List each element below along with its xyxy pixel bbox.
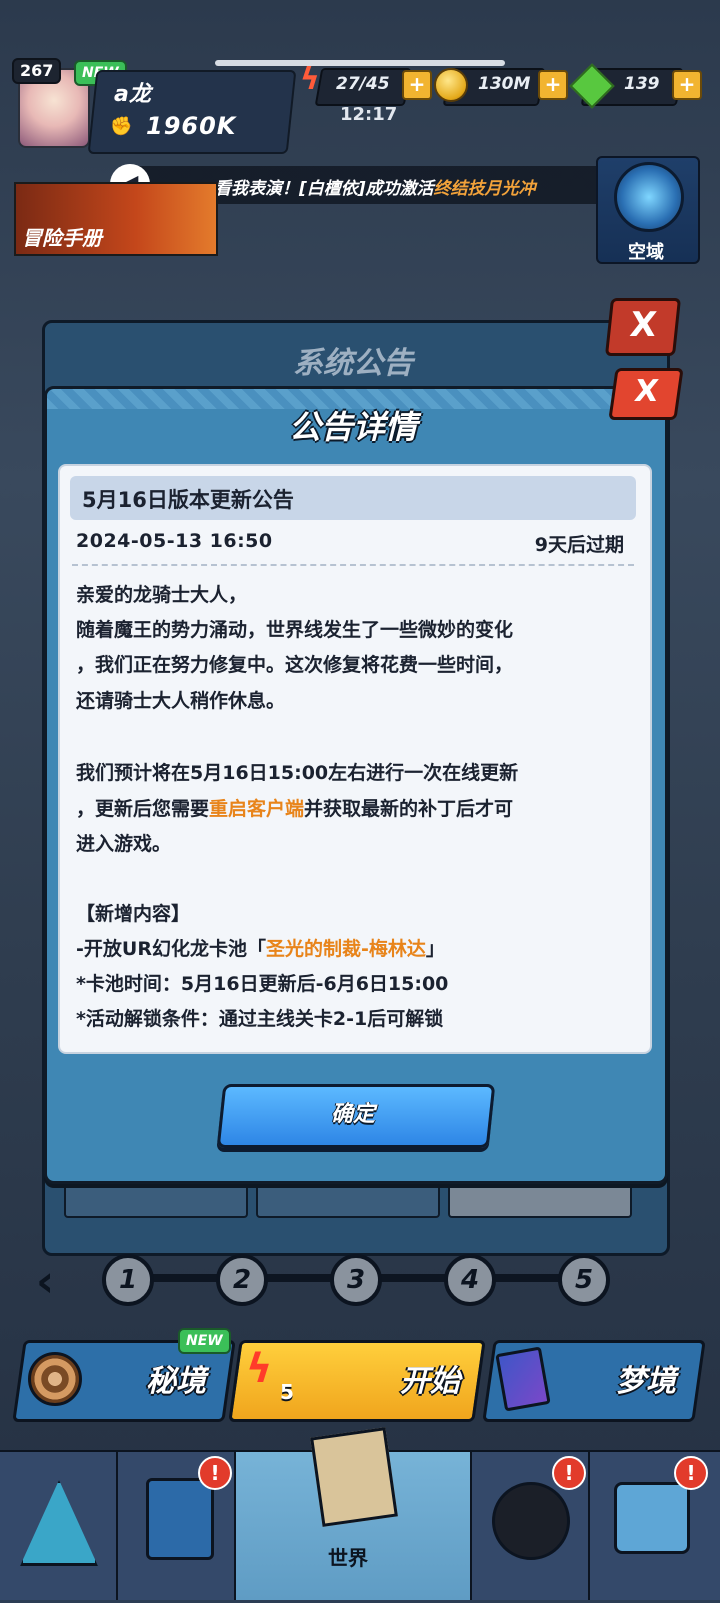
notice-body-line: *卡池时间：5月16日更新后-6月6日15:00 [76,973,449,995]
airspace-emblem-icon [614,162,684,232]
back-arrow-icon[interactable]: ‹ [36,1256,54,1307]
lightning-icon: ϟ [300,62,320,97]
notice-body-line: 随着魔王的势力涌动，世界线发生了一些微妙的变化 [76,619,514,641]
target-icon [28,1352,82,1406]
nav-tab-4[interactable]: ! [472,1452,591,1600]
ticker-highlight: 终结技月光冲 [433,179,536,199]
dragon-icon [492,1482,570,1560]
notice-title: 5月16日版本更新公告 [82,488,294,512]
notice-body-line: 我们预计将在5月16日15:00左右进行一次在线更新 [76,762,519,784]
notice-body-line: *活动解锁条件：通过主线关卡2-1后可解锁 [76,1008,444,1030]
system-tab-3[interactable] [448,1178,632,1218]
coin-plus-button[interactable]: + [538,70,568,100]
notice-body-line: ，我们正在努力修复中。这次修复将花费一些时间， [76,654,514,676]
notice-body-line: 亲爱的龙骑士大人， [76,584,248,606]
stage-node-2[interactable]: 2 [216,1254,268,1306]
notice-highlight-text: 重启客户端 [209,798,305,820]
confirm-button-label: 确定 [330,1102,375,1127]
ticker-message: 看我表演！[白檀依]成功激活终结技月光冲 [214,174,536,199]
modal-title: 公告详情 [288,408,417,446]
lightning-icon: ϟ [246,1346,273,1392]
notice-body-line: ，更新后您需要重启客户端并获取最新的补丁后才可 [76,794,513,821]
nav-world-label: 世界 [328,1546,368,1570]
notice-body-line: 还请骑士大人稍作休息。 [76,690,286,712]
level-badge: 267 [12,58,62,84]
notice-body-line: -开放UR幻化龙卡池「圣光的制裁-梅林达」 [76,934,445,961]
fist-icon: ✊ [110,116,133,137]
gem-plus-button[interactable]: + [672,70,702,100]
stage-node-5[interactable]: 5 [558,1254,610,1306]
notice-divider [72,564,634,566]
nav-tab-1[interactable] [0,1452,119,1600]
notice-body-text: 并获取最新的补丁后才可 [304,798,514,820]
stage-node-1[interactable]: 1 [102,1254,154,1306]
notice-date: 2024-05-13 16:50 [76,530,273,552]
energy-plus-button[interactable]: + [402,70,432,100]
energy-timer: 12:17 [340,104,398,125]
notice-body-line: 进入游戏。 [76,833,172,855]
secret-new-badge: NEW [178,1328,231,1354]
stage-node-4[interactable]: 4 [444,1254,496,1306]
system-notice-close-button[interactable]: X [604,298,682,356]
card-icon [495,1346,551,1412]
shield-card-icon [146,1478,214,1560]
coin-value: 130M [478,74,531,94]
notice-expire: 9天后过期 [534,534,624,556]
crystal-icon [20,1480,98,1566]
nav-tab-2[interactable]: ! [118,1452,237,1600]
notice-body-text: ，更新后您需要 [76,798,210,820]
alert-badge: ! [552,1456,586,1490]
alert-badge: ! [674,1456,708,1490]
player-name: a龙 [114,82,151,107]
ticker-prefix: 看我表演！[白檀依]成功激活 [214,179,434,199]
notice-body-text: -开放UR幻化龙卡池「 [76,938,266,960]
notice-body-line: 【新增内容】 [76,903,191,925]
nav-tab-5[interactable]: ! [590,1452,720,1600]
start-energy-cost: 5 [280,1380,294,1404]
notice-body-text: 」 [425,938,445,960]
coin-icon [434,68,468,102]
nav-tab-world[interactable]: 世界 [236,1427,473,1600]
energy-value: 27/45 [336,74,390,94]
system-tab-2[interactable] [256,1178,440,1218]
castle-icon [614,1482,690,1554]
secret-realm-label: 秘境 [146,1364,206,1399]
alert-badge: ! [198,1456,232,1490]
dreamland-label: 梦境 [616,1364,676,1399]
player-power: 1960K [146,112,237,140]
airspace-label: 空域 [628,242,664,263]
map-icon [310,1427,398,1527]
notice-highlight-text: 圣光的制裁-梅林达 [265,938,426,960]
stage-node-3[interactable]: 3 [330,1254,382,1306]
adventure-manual-label: 冒险手册 [22,226,102,250]
gem-value: 139 [624,74,660,94]
system-tab-1[interactable] [64,1178,248,1218]
top-handle [215,60,505,66]
start-label: 开始 [400,1364,460,1399]
modal-close-button[interactable]: X [608,368,684,420]
system-notice-title: 系统公告 [293,346,413,381]
